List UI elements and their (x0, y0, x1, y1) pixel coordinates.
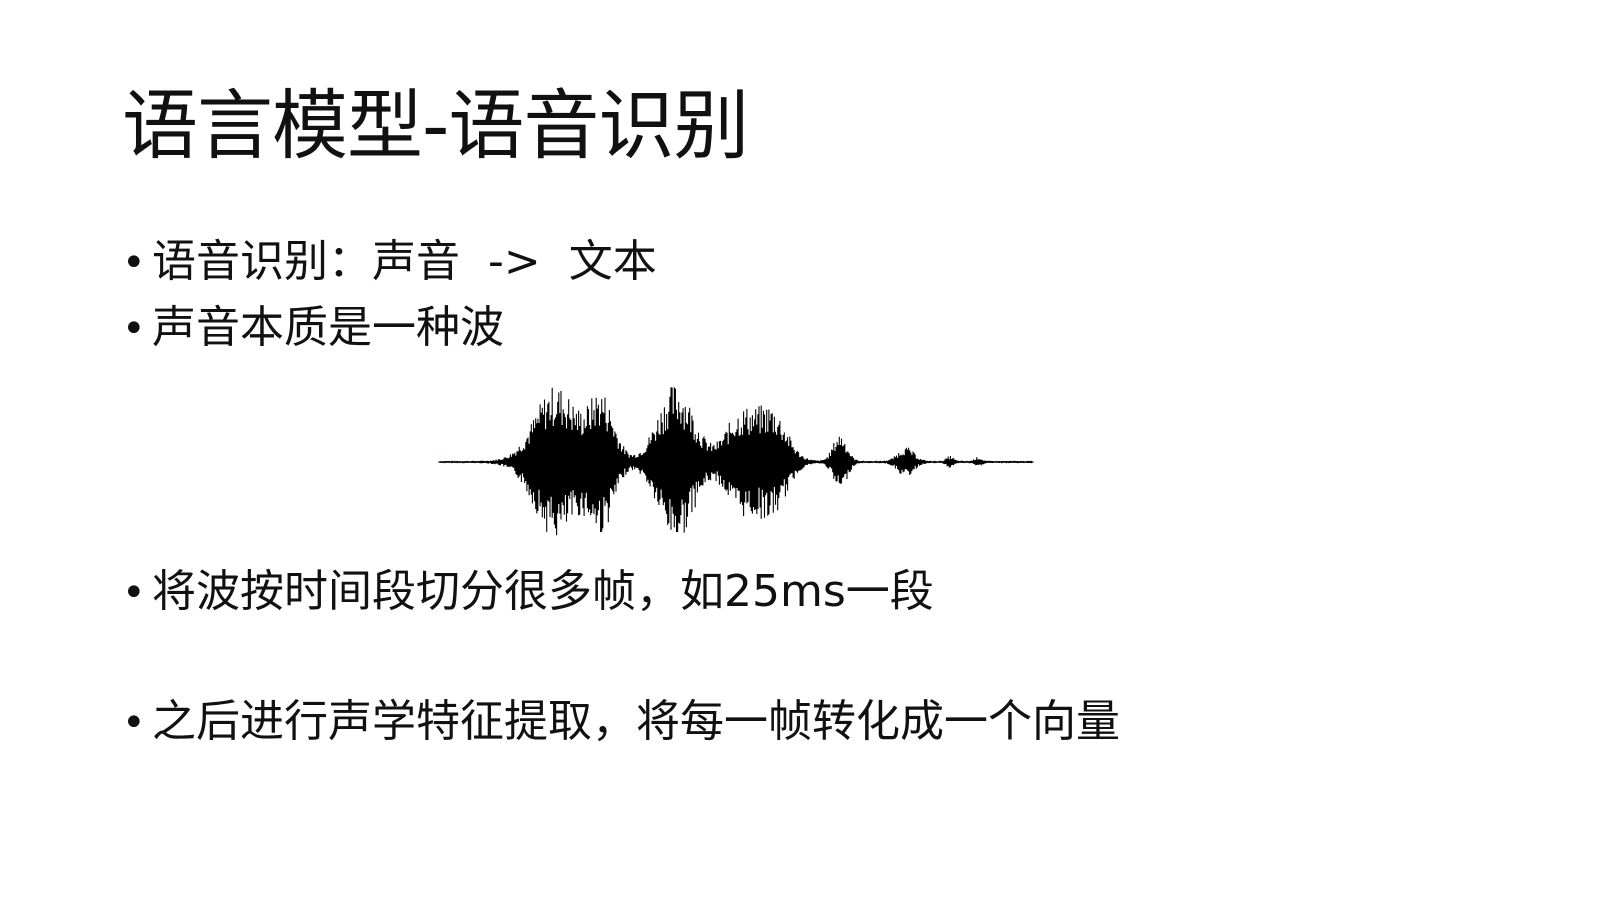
bullet-text: 将波按时间段切分很多帧，如25ms一段 (152, 566, 934, 617)
bullet-marker: • (122, 700, 146, 746)
bullet-text: 语音识别：声音 -> 文本 (152, 236, 657, 287)
bullet-marker: • (122, 570, 146, 616)
bullet-item: • 语音识别：声音 -> 文本 (122, 236, 657, 289)
bullet-item: • 之后进行声学特征提取，将每一帧转化成一个向量 (122, 696, 1120, 749)
slide: 语言模型-语音识别 • 语音识别：声音 -> 文本 • 声音本质是一种波 • 将… (0, 0, 1600, 900)
slide-title: 语言模型-语音识别 (122, 81, 749, 170)
bullet-marker: • (122, 306, 146, 352)
bullet-item: • 将波按时间段切分很多帧，如25ms一段 (122, 566, 934, 619)
bullet-text: 之后进行声学特征提取，将每一帧转化成一个向量 (152, 696, 1120, 747)
audio-waveform-icon (438, 387, 1034, 536)
bullet-item: • 声音本质是一种波 (122, 302, 504, 355)
bullet-marker: • (122, 240, 146, 286)
bullet-text: 声音本质是一种波 (152, 302, 504, 353)
